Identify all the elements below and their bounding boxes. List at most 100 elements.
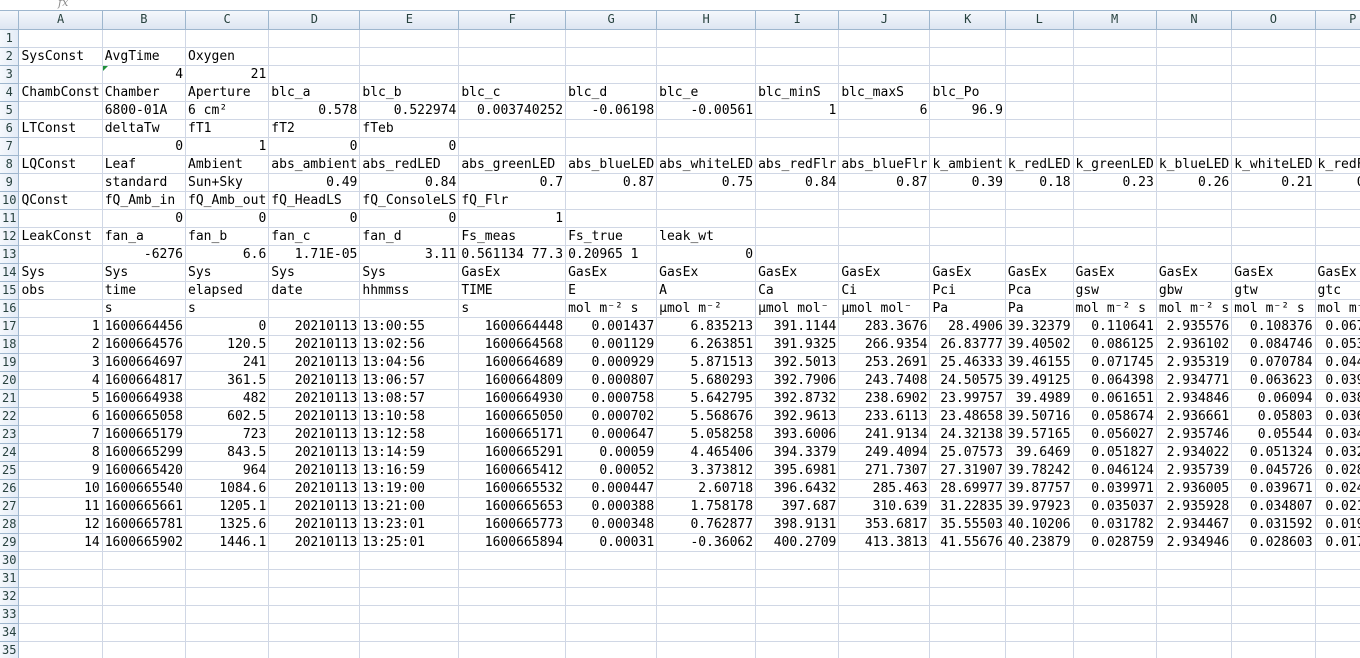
cell-l16[interactable]: Pa xyxy=(1005,299,1074,318)
cell-j28[interactable]: 353.6817 xyxy=(838,515,931,534)
cell-h15[interactable]: A xyxy=(656,281,757,300)
cell-o19[interactable]: 0.070784 xyxy=(1231,353,1316,372)
cell-m15[interactable]: gsw xyxy=(1073,281,1157,300)
cell-a27[interactable]: 11 xyxy=(18,497,103,516)
row-header[interactable]: 2 xyxy=(0,47,20,66)
cell-n27[interactable]: 2.935928 xyxy=(1156,497,1233,516)
cell-m22[interactable]: 0.058674 xyxy=(1073,407,1157,426)
cell-d34[interactable] xyxy=(268,623,361,642)
cell-a2[interactable]: SysConst xyxy=(18,47,103,66)
cell-b16[interactable]: s xyxy=(102,299,187,318)
cell-e15[interactable]: hhmmss xyxy=(359,281,460,300)
cell-h21[interactable]: 5.642795 xyxy=(656,389,757,408)
row-header[interactable]: 34 xyxy=(0,623,20,642)
cell-p35[interactable] xyxy=(1315,641,1360,658)
cell-f7[interactable] xyxy=(458,137,567,156)
cell-o8[interactable]: k_whiteLED xyxy=(1231,155,1316,174)
cell-j9[interactable]: 0.87 xyxy=(838,173,931,192)
row-header[interactable]: 12 xyxy=(0,227,20,246)
cell-p16[interactable]: mol m⁻² s xyxy=(1315,299,1360,318)
column-header-f[interactable]: F xyxy=(458,11,567,30)
cell-l34[interactable] xyxy=(1005,623,1074,642)
cell-i30[interactable] xyxy=(755,551,840,570)
cell-i6[interactable] xyxy=(755,119,840,138)
cell-g34[interactable] xyxy=(565,623,658,642)
cell-e7[interactable]: 0 xyxy=(359,137,460,156)
cell-h23[interactable]: 5.058258 xyxy=(656,425,757,444)
cell-o31[interactable] xyxy=(1231,569,1316,588)
cell-c6[interactable]: fT1 xyxy=(185,119,270,138)
cell-b10[interactable]: fQ_Amb_in xyxy=(102,191,187,210)
cell-c3[interactable]: 21 xyxy=(185,65,270,84)
cell-b23[interactable]: 1600665179 xyxy=(102,425,187,444)
row-header[interactable]: 25 xyxy=(0,461,20,480)
column-header-a[interactable]: A xyxy=(18,11,103,30)
cell-a21[interactable]: 5 xyxy=(18,389,103,408)
cell-h7[interactable] xyxy=(656,137,757,156)
cell-l30[interactable] xyxy=(1005,551,1074,570)
cell-f1[interactable] xyxy=(458,29,567,48)
cell-b3[interactable]: 4 xyxy=(102,65,187,84)
cell-i13[interactable] xyxy=(755,245,840,264)
row-header[interactable]: 4 xyxy=(0,83,20,102)
cell-n20[interactable]: 2.934771 xyxy=(1156,371,1233,390)
cell-g9[interactable]: 0.87 xyxy=(565,173,658,192)
cell-b35[interactable] xyxy=(102,641,187,658)
cell-n6[interactable] xyxy=(1156,119,1233,138)
cell-l32[interactable] xyxy=(1005,587,1074,606)
cell-b22[interactable]: 1600665058 xyxy=(102,407,187,426)
cell-a7[interactable] xyxy=(18,137,103,156)
cell-i29[interactable]: 400.2709 xyxy=(755,533,840,552)
cell-c19[interactable]: 241 xyxy=(185,353,270,372)
cell-o1[interactable] xyxy=(1231,29,1316,48)
cell-a19[interactable]: 3 xyxy=(18,353,103,372)
cell-p19[interactable]: 0.044325 xyxy=(1315,353,1360,372)
cell-e33[interactable] xyxy=(359,605,460,624)
cell-n19[interactable]: 2.935319 xyxy=(1156,353,1233,372)
cell-n14[interactable]: GasEx xyxy=(1156,263,1233,282)
cell-c33[interactable] xyxy=(185,605,270,624)
cell-l11[interactable] xyxy=(1005,209,1074,228)
row-header[interactable]: 7 xyxy=(0,137,20,156)
cell-i14[interactable]: GasEx xyxy=(755,263,840,282)
cell-n32[interactable] xyxy=(1156,587,1233,606)
column-header-g[interactable]: G xyxy=(565,11,658,30)
cell-d35[interactable] xyxy=(268,641,361,658)
cell-g33[interactable] xyxy=(565,605,658,624)
cell-j17[interactable]: 283.3676 xyxy=(838,317,931,336)
cell-n21[interactable]: 2.934846 xyxy=(1156,389,1233,408)
cell-h4[interactable]: blc_e xyxy=(656,83,757,102)
column-header-m[interactable]: M xyxy=(1073,11,1157,30)
cell-g30[interactable] xyxy=(565,551,658,570)
cell-g12[interactable]: Fs_true xyxy=(565,227,658,246)
cell-o11[interactable] xyxy=(1231,209,1316,228)
cell-c34[interactable] xyxy=(185,623,270,642)
cell-m14[interactable]: GasEx xyxy=(1073,263,1157,282)
cell-k29[interactable]: 41.55676 xyxy=(929,533,1006,552)
cell-a23[interactable]: 7 xyxy=(18,425,103,444)
cell-e28[interactable]: 13:23:01 xyxy=(359,515,460,534)
cell-a28[interactable]: 12 xyxy=(18,515,103,534)
cell-o7[interactable] xyxy=(1231,137,1316,156)
cell-j18[interactable]: 266.9354 xyxy=(838,335,931,354)
cell-c30[interactable] xyxy=(185,551,270,570)
cell-c17[interactable]: 0 xyxy=(185,317,270,336)
cell-k28[interactable]: 35.55503 xyxy=(929,515,1006,534)
cell-g2[interactable] xyxy=(565,47,658,66)
cell-b8[interactable]: Leaf xyxy=(102,155,187,174)
cell-a12[interactable]: LeakConst xyxy=(18,227,103,246)
cell-l23[interactable]: 39.57165 xyxy=(1005,425,1074,444)
cell-g22[interactable]: 0.000702 xyxy=(565,407,658,426)
cell-n29[interactable]: 2.934946 xyxy=(1156,533,1233,552)
cell-j20[interactable]: 243.7408 xyxy=(838,371,931,390)
cell-a10[interactable]: QConst xyxy=(18,191,103,210)
cell-l33[interactable] xyxy=(1005,605,1074,624)
cell-f16[interactable]: s xyxy=(458,299,567,318)
cell-e4[interactable]: blc_b xyxy=(359,83,460,102)
row-header[interactable]: 6 xyxy=(0,119,20,138)
cell-f24[interactable]: 1600665291 xyxy=(458,443,567,462)
cell-p32[interactable] xyxy=(1315,587,1360,606)
cell-d15[interactable]: date xyxy=(268,281,361,300)
cell-j31[interactable] xyxy=(838,569,931,588)
cell-m33[interactable] xyxy=(1073,605,1157,624)
